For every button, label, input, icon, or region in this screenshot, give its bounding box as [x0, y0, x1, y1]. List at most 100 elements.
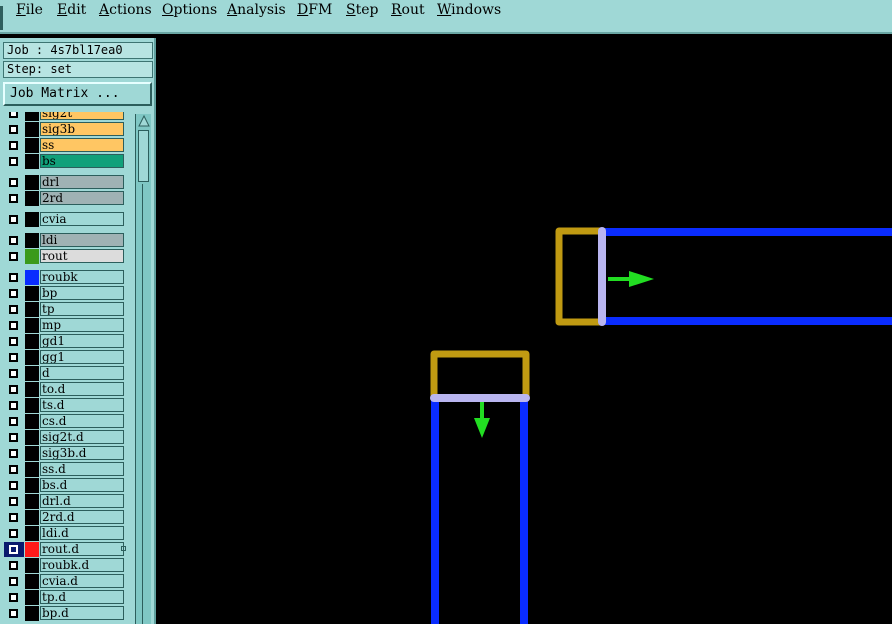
layer-color-swatch[interactable]: [25, 366, 39, 381]
layer-name[interactable]: ts.d: [40, 398, 124, 412]
scroll-up-arrow-icon[interactable]: [137, 114, 151, 128]
layer-row-ldi[interactable]: ldi: [3, 233, 127, 248]
layer-color-swatch[interactable]: [25, 249, 39, 264]
layer-name[interactable]: bs.d: [40, 478, 124, 492]
layer-color-swatch[interactable]: [25, 270, 39, 285]
layer-checkbox-cell[interactable]: [4, 366, 24, 381]
layer-checkbox-cell[interactable]: [4, 542, 24, 557]
layer-checkbox[interactable]: [9, 215, 18, 224]
layer-name[interactable]: drl: [40, 175, 124, 189]
layer-checkbox-cell[interactable]: [4, 446, 24, 461]
layer-checkbox[interactable]: [9, 593, 18, 602]
layer-name[interactable]: gd1: [40, 334, 124, 348]
layer-name[interactable]: roubk.d: [40, 558, 124, 572]
scroll-thumb[interactable]: [138, 130, 149, 182]
layer-checkbox[interactable]: [9, 273, 18, 282]
layer-color-swatch[interactable]: [25, 398, 39, 413]
layer-color-swatch[interactable]: [25, 122, 39, 137]
layer-name[interactable]: ldi.d: [40, 526, 124, 540]
layer-row-drl-d[interactable]: drl.d: [3, 494, 127, 509]
layer-name[interactable]: gg1: [40, 350, 124, 364]
layer-checkbox[interactable]: [9, 449, 18, 458]
layer-name[interactable]: ss: [40, 138, 124, 152]
layer-color-swatch[interactable]: [25, 334, 39, 349]
layer-name[interactable]: 2rd.d: [40, 510, 124, 524]
layer-row-roubk[interactable]: roubk: [3, 270, 127, 285]
layer-color-swatch[interactable]: [25, 446, 39, 461]
layer-row-cvia[interactable]: cvia: [3, 212, 127, 227]
layer-checkbox-cell[interactable]: [4, 286, 24, 301]
layer-color-swatch[interactable]: [25, 494, 39, 509]
layer-checkbox[interactable]: [9, 305, 18, 314]
layer-name[interactable]: rout.d: [40, 542, 124, 556]
layer-row-rout[interactable]: rout: [3, 249, 127, 264]
layer-row-tp[interactable]: tp: [3, 302, 127, 317]
layer-color-swatch[interactable]: [25, 414, 39, 429]
layer-checkbox[interactable]: [9, 289, 18, 298]
layer-row-bp[interactable]: bp: [3, 286, 127, 301]
layer-row-2rd[interactable]: 2rd: [3, 191, 127, 206]
layer-name[interactable]: tp.d: [40, 590, 124, 604]
menu-actions[interactable]: Actions: [99, 0, 152, 20]
layer-checkbox-cell[interactable]: [4, 430, 24, 445]
layer-name[interactable]: bp: [40, 286, 124, 300]
layer-checkbox-cell[interactable]: [4, 318, 24, 333]
layer-checkbox-cell[interactable]: [4, 462, 24, 477]
layer-checkbox[interactable]: [9, 561, 18, 570]
layer-name[interactable]: rout: [40, 249, 124, 263]
layer-row-ss-d[interactable]: ss.d: [3, 462, 127, 477]
layer-checkbox-cell[interactable]: [4, 526, 24, 541]
layer-color-swatch[interactable]: [25, 510, 39, 525]
layer-color-swatch[interactable]: [25, 175, 39, 190]
layer-checkbox-cell[interactable]: [4, 112, 24, 121]
layer-name[interactable]: cvia: [40, 212, 124, 226]
layer-checkbox[interactable]: [9, 609, 18, 618]
layer-row-drl[interactable]: drl: [3, 175, 127, 190]
layer-checkbox[interactable]: [9, 141, 18, 150]
layer-row-roubk-d[interactable]: roubk.d: [3, 558, 127, 573]
layer-checkbox-cell[interactable]: [4, 606, 24, 621]
layer-list-scrollbar[interactable]: [135, 114, 151, 624]
layer-checkbox[interactable]: [9, 125, 18, 134]
layer-name[interactable]: 2rd: [40, 191, 124, 205]
layer-checkbox[interactable]: [9, 252, 18, 261]
menu-step[interactable]: Step: [346, 0, 378, 20]
layer-color-swatch[interactable]: [25, 138, 39, 153]
layer-color-swatch[interactable]: [25, 574, 39, 589]
layer-row-to-d[interactable]: to.d: [3, 382, 127, 397]
menu-windows[interactable]: Windows: [437, 0, 501, 20]
layer-checkbox-cell[interactable]: [4, 350, 24, 365]
layer-row-rout-d[interactable]: rout.d: [3, 542, 127, 557]
layer-checkbox-cell[interactable]: [4, 249, 24, 264]
layer-color-swatch[interactable]: [25, 112, 39, 121]
layer-checkbox[interactable]: [9, 236, 18, 245]
layer-checkbox-cell[interactable]: [4, 558, 24, 573]
layer-checkbox-cell[interactable]: [4, 191, 24, 206]
layer-checkbox[interactable]: [9, 433, 18, 442]
layer-checkbox-cell[interactable]: [4, 590, 24, 605]
menu-bar-grip[interactable]: [0, 6, 3, 30]
layer-color-swatch[interactable]: [25, 191, 39, 206]
route-feature-upper[interactable]: [555, 227, 892, 326]
layer-name[interactable]: tp: [40, 302, 124, 316]
layer-name[interactable]: bs: [40, 154, 124, 168]
layer-checkbox[interactable]: [9, 385, 18, 394]
layer-checkbox-cell[interactable]: [4, 382, 24, 397]
layer-checkbox[interactable]: [9, 157, 18, 166]
layer-row-ts-d[interactable]: ts.d: [3, 398, 127, 413]
layer-checkbox-cell[interactable]: [4, 138, 24, 153]
layer-color-swatch[interactable]: [25, 233, 39, 248]
layer-checkbox[interactable]: [9, 337, 18, 346]
layer-color-swatch[interactable]: [25, 302, 39, 317]
layer-color-swatch[interactable]: [25, 558, 39, 573]
layer-row-cs-d[interactable]: cs.d: [3, 414, 127, 429]
layer-name[interactable]: sig2t: [40, 112, 124, 120]
layer-row-gd1[interactable]: gd1: [3, 334, 127, 349]
route-gold-bracket[interactable]: [555, 227, 606, 326]
layer-color-swatch[interactable]: [25, 542, 39, 557]
menu-options[interactable]: Options: [162, 0, 217, 20]
layer-name[interactable]: d: [40, 366, 124, 380]
layer-color-swatch[interactable]: [25, 590, 39, 605]
layer-row-bs-d[interactable]: bs.d: [3, 478, 127, 493]
layer-checkbox[interactable]: [9, 178, 18, 187]
